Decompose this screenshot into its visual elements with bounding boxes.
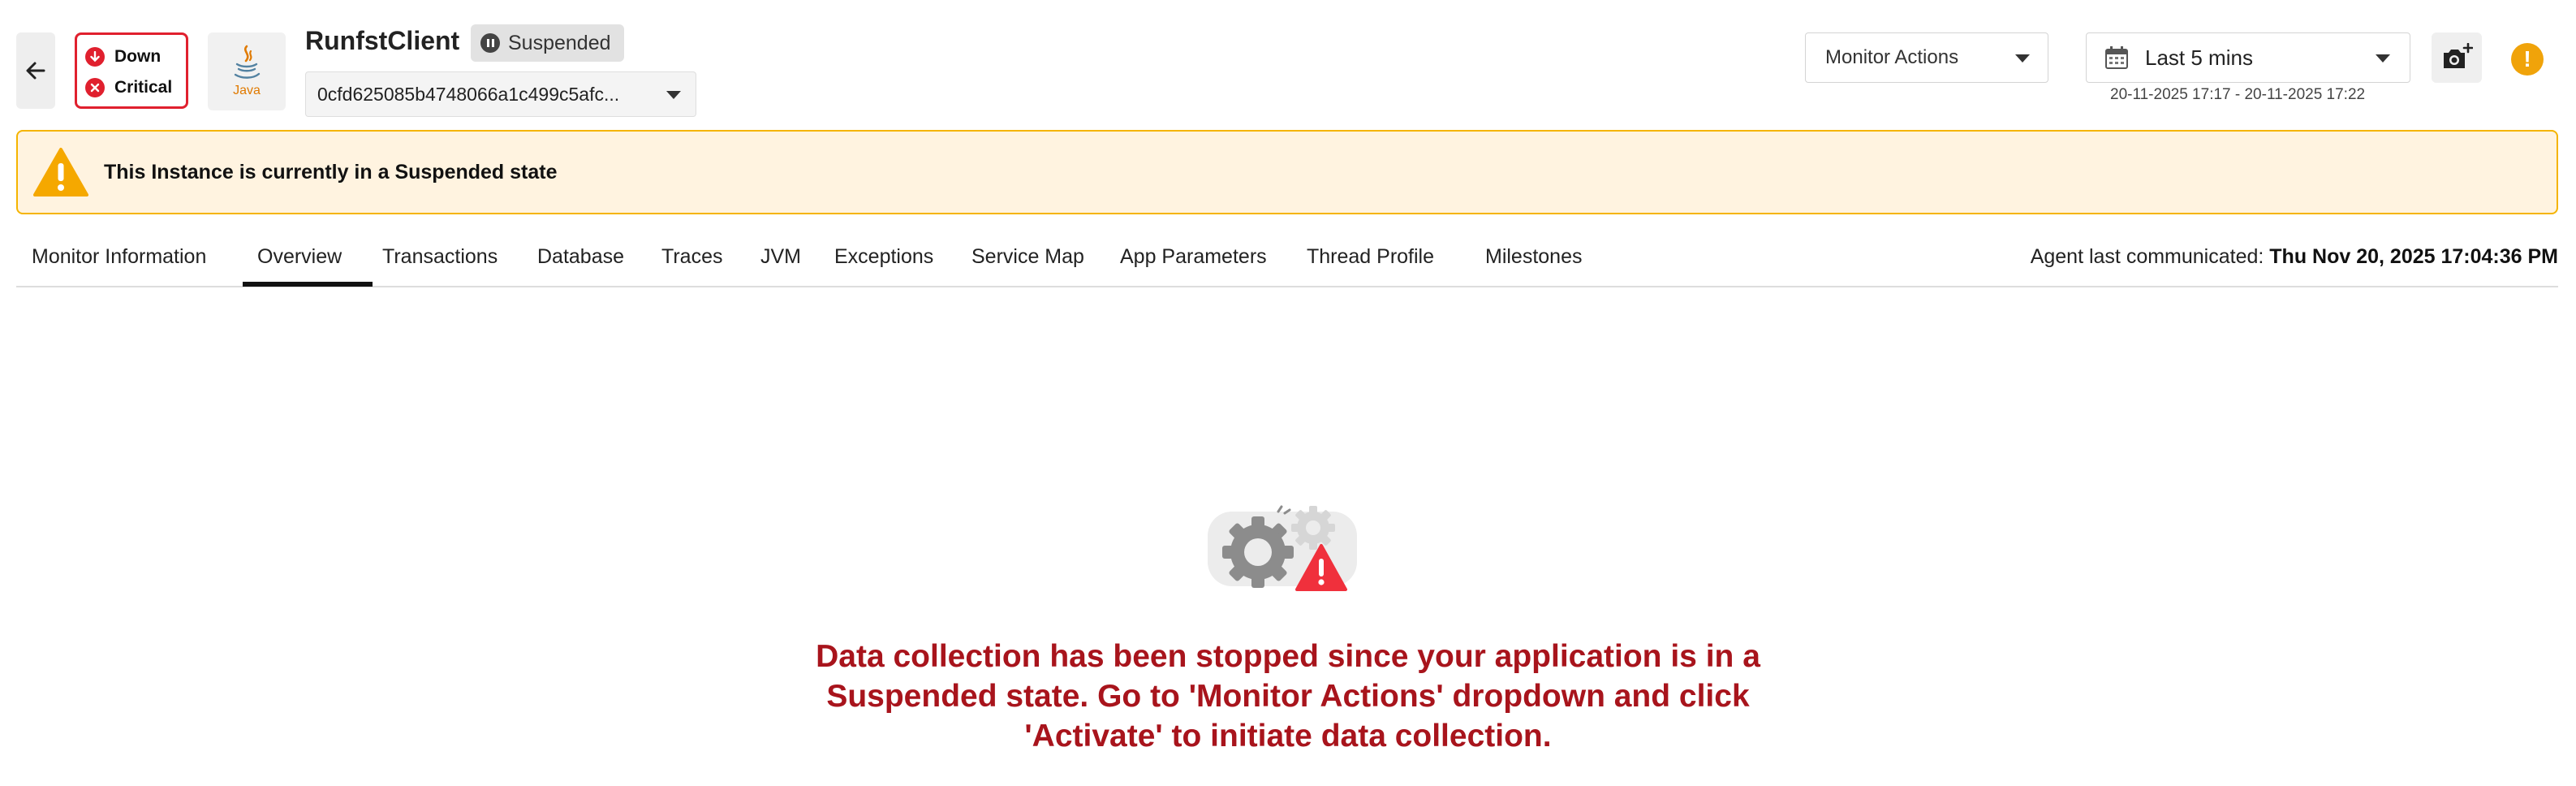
tab-monitor-information[interactable]: Monitor Information [32,245,206,269]
java-logo: Java [208,32,286,110]
date-range-text: 20-11-2025 17:17 - 20-11-2025 17:22 [2110,86,2366,103]
tab-app-parameters[interactable]: App Parameters [1120,245,1267,269]
tab-overview[interactable]: Overview [257,245,342,269]
tab-transactions[interactable]: Transactions [382,245,498,269]
time-range-label: Last 5 mins [2145,45,2253,70]
arrow-left-icon [26,62,45,80]
tab-database[interactable]: Database [537,245,624,269]
status-indicator: Down Critical [75,32,188,109]
suspended-badge: Suspended [471,24,624,62]
instance-select[interactable]: 0cfd625085b4748066a1c499c5afc... [305,71,696,117]
camera-add-icon [2444,43,2473,68]
screenshot-button[interactable] [2432,32,2482,83]
chevron-down-icon [2376,54,2390,63]
arrow-down-circle-icon [85,47,105,67]
pause-circle-icon [480,33,500,53]
monitor-name: RunfstClient [305,26,460,55]
gears-warning-icon [1208,505,1357,591]
banner-text: This Instance is currently in a Suspende… [104,160,558,184]
java-logo-text: Java [233,84,261,97]
tab-thread-profile[interactable]: Thread Profile [1307,245,1434,269]
status-down: Down [85,41,186,72]
suspended-warning-banner: This Instance is currently in a Suspende… [16,130,2558,214]
tab-milestones[interactable]: Milestones [1485,245,1583,269]
calendar-icon [2105,46,2128,69]
tab-bar: Monitor Information Overview Transaction… [16,232,2558,287]
tab-traces[interactable]: Traces [661,245,722,269]
agent-last-communicated: Agent last communicated: Thu Nov 20, 202… [2031,245,2558,269]
suspended-badge-label: Suspended [508,31,611,54]
back-button[interactable] [16,32,55,109]
tab-service-map[interactable]: Service Map [971,245,1084,269]
empty-state-message: Data collection has been stopped since y… [816,639,1760,754]
instance-select-value: 0cfd625085b4748066a1c499c5afc... [317,83,620,105]
tab-jvm[interactable]: JVM [760,245,801,269]
agent-timestamp: Thu Nov 20, 2025 17:04:36 PM [2269,245,2558,268]
x-circle-icon [85,78,105,97]
status-down-label: Down [114,47,162,66]
active-tab-indicator [243,282,373,287]
time-range-dropdown[interactable]: Last 5 mins [2086,32,2410,83]
monitor-actions-label: Monitor Actions [1825,46,1959,68]
exclamation-circle-icon[interactable]: ! [2511,43,2544,76]
status-critical-label: Critical [114,78,173,97]
java-logo-icon [234,45,261,79]
warning-triangle-icon [33,148,88,196]
agent-label: Agent last communicated: [2030,245,2270,268]
monitor-actions-dropdown[interactable]: Monitor Actions [1805,32,2048,83]
tab-exceptions[interactable]: Exceptions [834,245,933,269]
chevron-down-icon [666,91,681,99]
status-critical: Critical [85,72,186,103]
chevron-down-icon [2015,54,2030,63]
